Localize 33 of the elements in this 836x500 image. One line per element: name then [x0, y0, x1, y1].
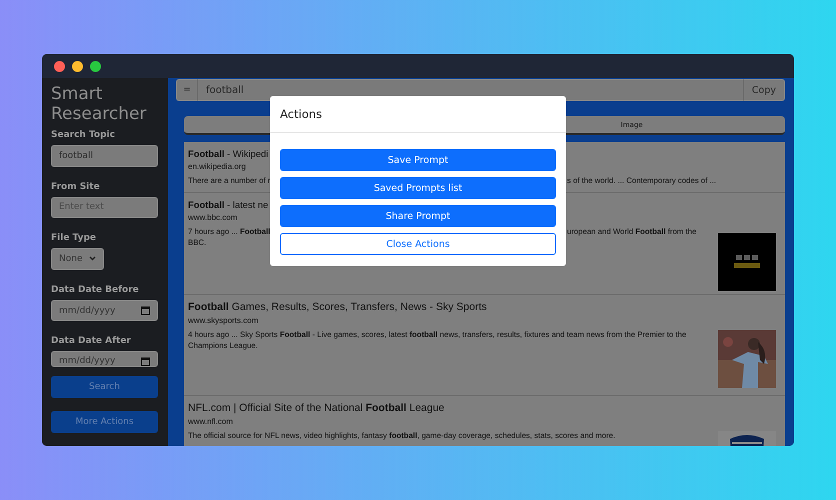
- date-field[interactable]: mm/dd/yyyy: [51, 300, 158, 322]
- maximize-dot-icon[interactable]: [90, 60, 101, 72]
- date-field[interactable]: mm/dd/yyyy: [51, 351, 158, 368]
- result-url: www.skysports.com: [188, 316, 258, 325]
- sidebar-button[interactable]: Search: [51, 376, 158, 398]
- calendar-icon: [141, 306, 150, 316]
- dialog-title: Actions: [280, 107, 322, 121]
- field-label: Data Date Before: [51, 284, 140, 295]
- prefix-label: =: [176, 79, 198, 101]
- calendar-icon: [141, 357, 150, 366]
- dialog-button[interactable]: Share Prompt: [280, 205, 556, 227]
- field-label: Search Topic: [51, 130, 116, 140]
- sidebar-button[interactable]: More Actions: [51, 411, 158, 434]
- select-field[interactable]: None: [51, 248, 104, 270]
- caret-icon: [89, 256, 96, 262]
- field-label: File Type: [51, 233, 98, 244]
- result-title[interactable]: Football - latest ne: [188, 199, 268, 210]
- result-url: en.wikipedia.org: [188, 162, 246, 171]
- copy-button[interactable]: Copy: [742, 79, 785, 101]
- dialog-button[interactable]: Save Prompt: [280, 149, 556, 171]
- minimize-dot-icon[interactable]: [72, 60, 83, 72]
- field-label: From Site: [51, 182, 101, 192]
- dialog-button[interactable]: Close Actions: [280, 233, 556, 255]
- app-title: Smart Researcher: [51, 84, 148, 124]
- input-field[interactable]: football: [51, 145, 158, 167]
- dialog-button[interactable]: Saved Prompts list: [280, 177, 556, 199]
- result-url: www.bbc.com: [188, 213, 238, 222]
- result-url: www.nfl.com: [188, 417, 233, 426]
- result-title[interactable]: Football Games, Results, Scores, Transfers, News - Sky Sports: [188, 301, 487, 313]
- result-title[interactable]: Football - Wikipedi: [188, 148, 268, 159]
- result-title[interactable]: NFL.com | Official Site of the National Football League: [188, 402, 444, 414]
- close-dot-icon[interactable]: [54, 60, 65, 72]
- field-label: Data Date After: [51, 336, 132, 346]
